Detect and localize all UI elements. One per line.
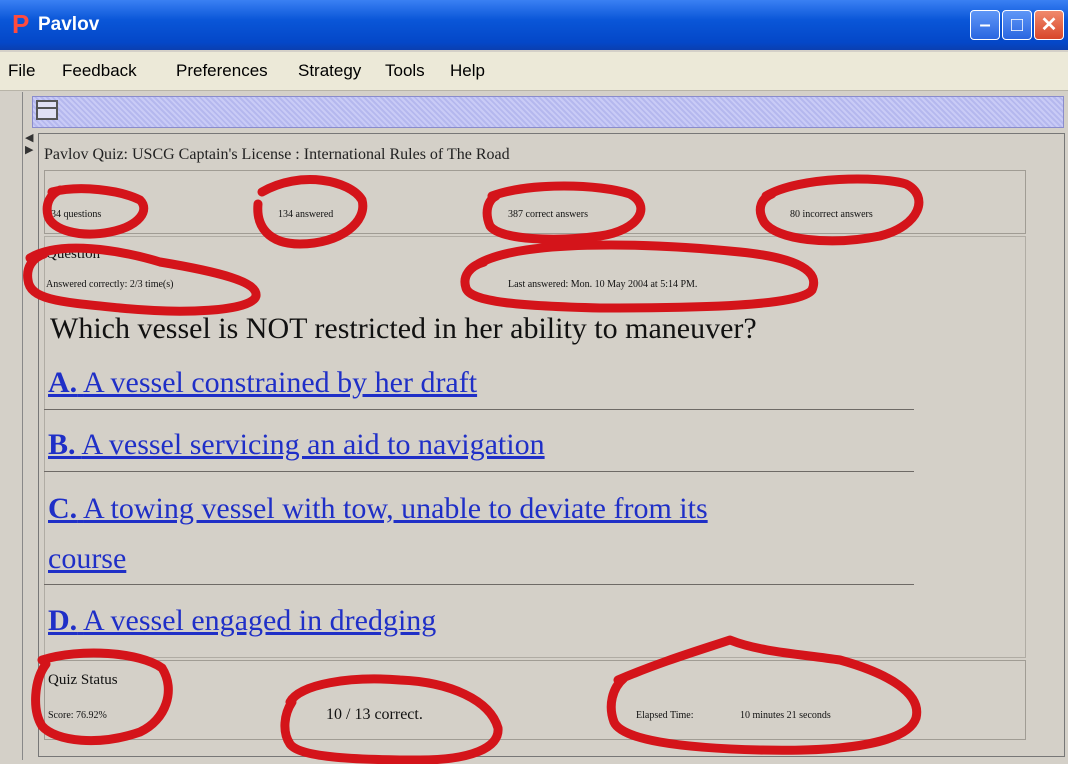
answer-divider bbox=[44, 409, 914, 410]
correct-answers-count: 387 correct answers bbox=[508, 209, 588, 220]
answered-correctly-text: Answered correctly: 2/3 time(s) bbox=[46, 279, 174, 290]
window-title: Pavlov bbox=[38, 14, 100, 35]
answer-c-link-continued[interactable]: course bbox=[48, 542, 126, 576]
close-icon: ✕ bbox=[1040, 14, 1058, 36]
answer-d-text: A vessel engaged in dredging bbox=[83, 604, 437, 637]
answer-c-letter: C. bbox=[48, 492, 78, 525]
toolbar-strip bbox=[32, 96, 1064, 128]
menu-file[interactable]: File bbox=[8, 61, 35, 81]
panel-toggle-button[interactable] bbox=[36, 100, 58, 120]
answer-d-letter: D. bbox=[48, 604, 78, 637]
menu-preferences[interactable]: Preferences bbox=[176, 61, 268, 81]
minimize-icon: – bbox=[979, 14, 991, 36]
quiz-title: Pavlov Quiz: USCG Captain's License : In… bbox=[44, 146, 510, 163]
question-section-label: Question bbox=[46, 246, 101, 262]
pavlov-app-icon: P bbox=[12, 9, 30, 39]
answer-c-link[interactable]: C. A towing vessel with tow, unable to d… bbox=[48, 492, 708, 526]
score-text: Score: 76.92% bbox=[48, 710, 107, 721]
menu-bar: File Feedback Preferences Strategy Tools… bbox=[0, 52, 1068, 91]
elapsed-time-label: Elapsed Time: bbox=[636, 710, 694, 721]
menu-tools[interactable]: Tools bbox=[385, 61, 425, 81]
window-title-bar[interactable]: P Pavlov – □ ✕ bbox=[0, 0, 1068, 50]
answer-b-link[interactable]: B. A vessel servicing an aid to navigati… bbox=[48, 428, 545, 462]
elapsed-time-value: 10 minutes 21 seconds bbox=[740, 710, 831, 721]
menu-help[interactable]: Help bbox=[450, 61, 485, 81]
answer-a-link[interactable]: A. A vessel constrained by her draft bbox=[48, 366, 477, 400]
quiz-status-label: Quiz Status bbox=[48, 672, 118, 688]
quiz-status-section bbox=[44, 660, 1026, 740]
answered-count: 134 answered bbox=[278, 209, 334, 220]
incorrect-answers-count: 80 incorrect answers bbox=[790, 209, 873, 220]
minimize-button[interactable]: – bbox=[970, 10, 1000, 40]
question-text: Which vessel is NOT restricted in her ab… bbox=[50, 312, 757, 345]
answer-c-text-line2: course bbox=[48, 542, 127, 575]
menu-feedback[interactable]: Feedback bbox=[62, 61, 137, 81]
answer-b-text: A vessel servicing an aid to navigation bbox=[81, 428, 545, 461]
correct-count-text: 10 / 13 correct. bbox=[326, 706, 423, 723]
last-answered-text: Last answered: Mon. 10 May 2004 at 5:14 … bbox=[508, 279, 698, 290]
questions-count: 134 questions bbox=[46, 209, 102, 220]
maximize-icon: □ bbox=[1010, 14, 1024, 36]
splitter-arrows-icon[interactable]: ◀ ▶ bbox=[25, 132, 33, 156]
close-button[interactable]: ✕ bbox=[1034, 10, 1064, 40]
answer-a-text: A vessel constrained by her draft bbox=[83, 366, 478, 399]
answer-b-letter: B. bbox=[48, 428, 76, 461]
maximize-button[interactable]: □ bbox=[1002, 10, 1032, 40]
answer-c-text: A towing vessel with tow, unable to devi… bbox=[83, 492, 708, 525]
answer-divider bbox=[44, 584, 914, 585]
answer-divider bbox=[44, 471, 914, 472]
menu-strategy[interactable]: Strategy bbox=[298, 61, 361, 81]
answer-a-letter: A. bbox=[48, 366, 78, 399]
progress-section bbox=[44, 170, 1026, 234]
answer-d-link[interactable]: D. A vessel engaged in dredging bbox=[48, 604, 436, 638]
